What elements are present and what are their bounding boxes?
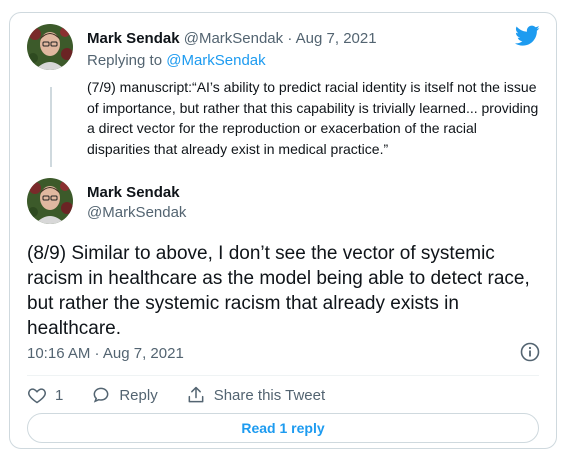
tweet-text: (8/9) Similar to above, I don’t see the … [27, 243, 530, 339]
share-button[interactable]: Share this Tweet [186, 385, 325, 405]
reply-bubble-icon [93, 387, 109, 403]
quoted-separator: · [283, 30, 296, 47]
author-handle[interactable]: @MarkSendak [87, 204, 186, 221]
quoted-date[interactable]: Aug 7, 2021 [296, 30, 377, 47]
heart-icon [28, 388, 46, 404]
like-button[interactable]: 1 [27, 385, 63, 405]
quoted-header: Mark Sendak @MarkSendak · Aug 7, 2021 [87, 30, 377, 47]
share-label: Share this Tweet [213, 386, 326, 404]
reply-button[interactable]: Reply [91, 385, 158, 405]
twitter-bird-icon[interactable] [515, 25, 540, 47]
divider [27, 375, 539, 376]
author-name[interactable]: Mark Sendak [87, 184, 180, 201]
reply-label: Reply [119, 386, 158, 404]
author-avatar[interactable] [27, 178, 73, 224]
action-bar: 1 Reply Share this Tweet [27, 383, 353, 407]
quoted-avatar[interactable] [27, 24, 73, 70]
tweet-timestamp[interactable]: 10:16 AM · Aug 7, 2021 [27, 345, 184, 362]
quoted-tweet-text: (7/9) manuscript:“AI’s ability to predic… [87, 79, 539, 157]
replying-to-handle-link[interactable]: @MarkSendak [166, 52, 265, 69]
quoted-author-name[interactable]: Mark Sendak [87, 30, 180, 47]
quoted-author-handle[interactable]: @MarkSendak [184, 30, 283, 47]
share-icon [188, 386, 204, 403]
info-icon[interactable] [520, 342, 540, 362]
read-replies-button[interactable]: Read 1 reply [27, 413, 539, 443]
thread-connector-line [50, 87, 52, 167]
tweet-embed-card: Mark Sendak @MarkSendak · Aug 7, 2021 Re… [9, 12, 557, 449]
like-count: 1 [55, 386, 64, 404]
replying-to-prefix: Replying to [87, 52, 167, 69]
replying-to: Replying to @MarkSendak [87, 52, 266, 69]
